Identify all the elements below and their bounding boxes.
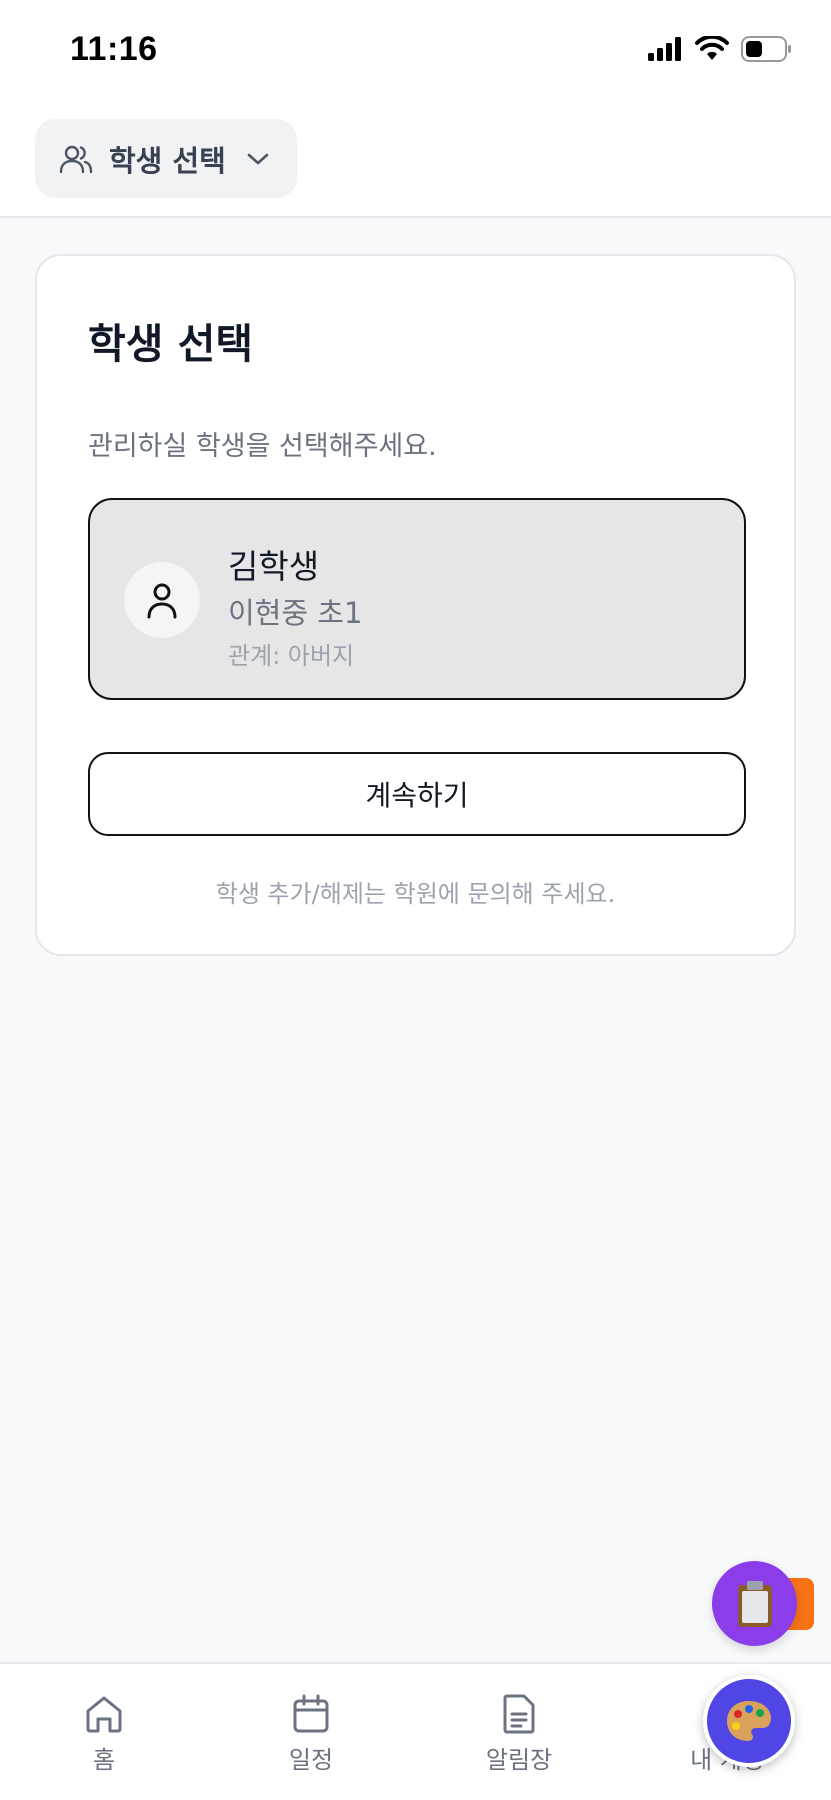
palette-fab[interactable] <box>703 1675 795 1767</box>
home-icon <box>86 1696 122 1733</box>
student-school: 이현중 초1 <box>228 596 363 630</box>
chevron-down-icon <box>247 153 269 164</box>
student-option[interactable]: 김학생 이현중 초1 관계: 아버지 <box>88 498 746 700</box>
student-relation: 관계: 아버지 <box>228 642 355 670</box>
nav-label-notices: 알림장 <box>485 1746 553 1774</box>
nav-label-schedule: 일정 <box>288 1746 334 1774</box>
nav-item-notices[interactable]: 알림장 <box>459 1694 579 1775</box>
status-time: 11:16 <box>70 30 158 68</box>
card-note: 학생 추가/해제는 학원에 문의해 주세요. <box>215 880 616 908</box>
clipboard-icon <box>737 1580 772 1627</box>
wifi-icon <box>695 36 729 60</box>
avatar <box>124 562 200 638</box>
signal-icon <box>648 37 681 61</box>
status-icons <box>647 36 793 62</box>
user-icon <box>147 583 177 619</box>
nav-item-schedule[interactable]: 일정 <box>251 1694 371 1775</box>
nav-label-home: 홈 <box>92 1746 116 1774</box>
card-title: 학생 선택 <box>88 320 254 368</box>
app-header: 학생 선택 <box>0 100 831 218</box>
student-select-card: 학생 선택 관리하실 학생을 선택해주세요. 김학생 이현중 초1 관계: 아버… <box>35 254 796 956</box>
continue-button[interactable]: 계속하기 <box>88 752 746 836</box>
card-description: 관리하실 학생을 선택해주세요. <box>88 431 437 462</box>
status-bar: 11:16 <box>0 0 831 100</box>
student-name: 김학생 <box>228 547 320 586</box>
student-selector-dropdown[interactable]: 학생 선택 <box>35 119 297 198</box>
document-icon <box>503 1694 535 1734</box>
calendar-icon <box>293 1694 329 1733</box>
battery-icon <box>741 36 791 62</box>
users-icon <box>59 145 93 173</box>
clipboard-fab[interactable] <box>712 1561 797 1646</box>
student-selector-label: 학생 선택 <box>109 143 226 178</box>
palette-icon <box>727 1701 771 1741</box>
nav-item-home[interactable]: 홈 <box>44 1694 164 1775</box>
